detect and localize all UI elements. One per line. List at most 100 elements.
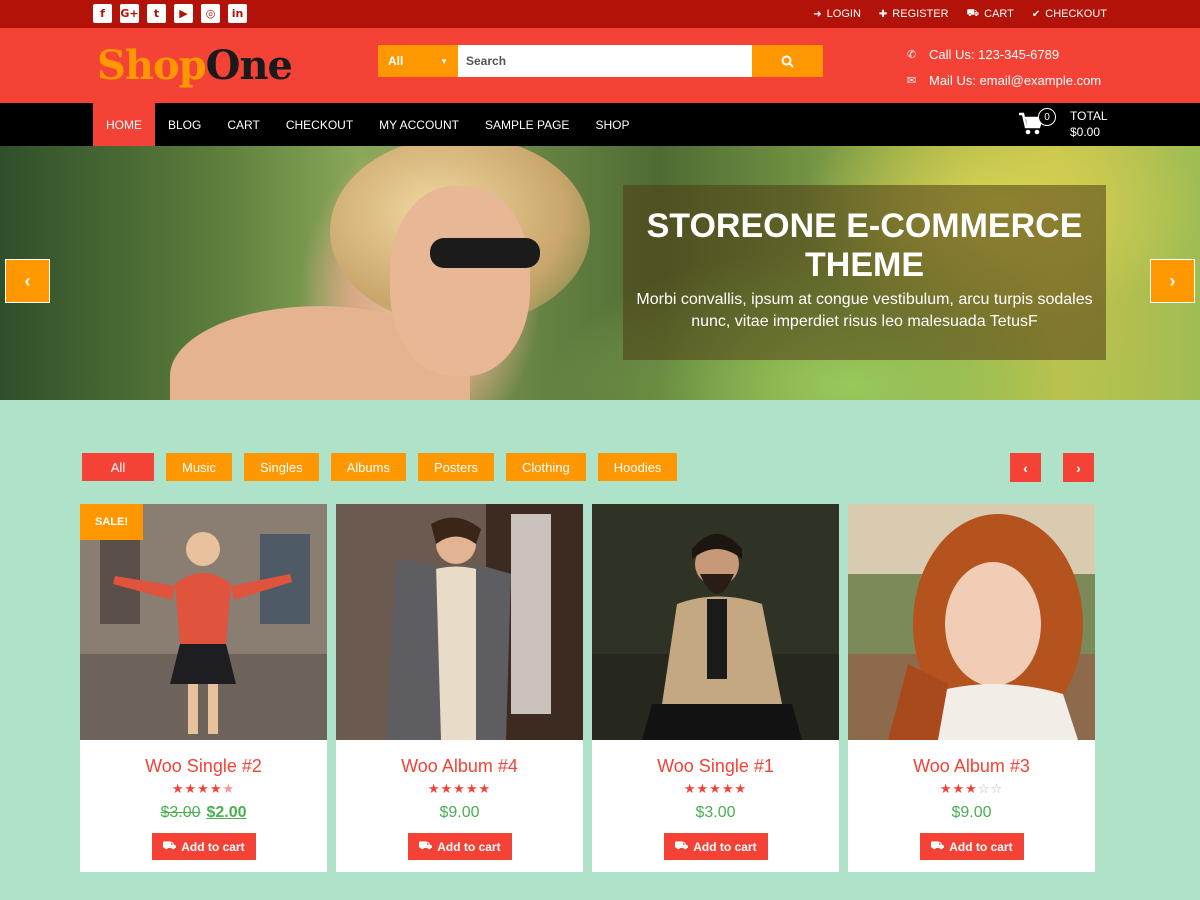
slider-prev-button[interactable]: ‹ <box>5 259 50 303</box>
main-nav: HOME BLOG CART CHECKOUT MY ACCOUNT SAMPL… <box>0 103 1200 146</box>
star-icon: ★ <box>184 782 198 797</box>
facebook-icon[interactable]: f <box>93 4 112 23</box>
product-image[interactable] <box>848 504 1095 740</box>
product-title[interactable]: Woo Single #2 <box>80 756 327 778</box>
logo-part-one: One <box>205 42 293 89</box>
email-row: ✉ Mail Us: email@example.com <box>907 67 1101 93</box>
menu-item-home[interactable]: HOME <box>93 103 155 146</box>
products-next-button[interactable]: › <box>1063 453 1094 482</box>
logo-part-shop: Shop <box>97 42 207 89</box>
product-image[interactable] <box>336 504 583 740</box>
email-text: Mail Us: email@example.com <box>929 72 1102 88</box>
product-title[interactable]: Woo Album #4 <box>336 756 583 778</box>
regular-price: $9.00 <box>951 804 992 821</box>
filter-hoodies[interactable]: Hoodies <box>597 453 678 481</box>
social-links: f G+ t ▶ ◎ in <box>93 4 247 23</box>
google-plus-icon[interactable]: G+ <box>120 4 139 23</box>
regular-price: $3.00 <box>695 804 736 821</box>
add-to-cart-label: Add to cart <box>181 839 245 854</box>
filter-music[interactable]: Music <box>166 453 232 481</box>
empty-star-icon: ☆ <box>990 782 1004 797</box>
search-form: All ▼ <box>378 45 823 77</box>
star-rating: ★★★☆☆ <box>848 782 1095 800</box>
menu-item-my-account[interactable]: MY ACCOUNT <box>366 103 472 146</box>
login-label: LOGIN <box>826 8 861 20</box>
slider-next-button[interactable]: › <box>1150 259 1195 303</box>
star-icon: ★ <box>965 782 978 797</box>
search-button[interactable] <box>752 45 823 77</box>
instagram-icon[interactable]: ◎ <box>201 4 220 23</box>
filter-clothing[interactable]: Clothing <box>506 453 586 481</box>
add-to-cart-label: Add to cart <box>693 839 757 854</box>
empty-star-icon: ☆ <box>977 782 991 797</box>
register-link[interactable]: ✚ REGISTER <box>879 8 949 20</box>
contact-info: ✆ Call Us: 123-345-6789 ✉ Mail Us: email… <box>907 41 1101 93</box>
filter-all[interactable]: All <box>82 453 154 481</box>
search-category-label: All <box>388 54 404 68</box>
checkout-label: CHECKOUT <box>1045 8 1107 20</box>
mini-cart[interactable]: 0 TOTAL $0.00 <box>1018 108 1108 140</box>
product-image[interactable] <box>592 504 839 740</box>
basket-icon: ⛟ <box>930 839 945 852</box>
filter-albums[interactable]: Albums <box>330 453 406 481</box>
phone-row: ✆ Call Us: 123-345-6789 <box>907 41 1101 67</box>
site-header: ShopOne All ▼ ✆ Call Us: 123-345-6789 ✉ … <box>0 28 1200 103</box>
product-image[interactable]: SALE! <box>80 504 327 740</box>
hero-text: Morbi convallis, ipsum at congue vestibu… <box>636 291 1093 330</box>
product-card: Woo Single #1 ★★★★★ $3.00 ⛟ Add to cart <box>592 504 839 872</box>
youtube-icon[interactable]: ▶ <box>174 4 193 23</box>
login-link[interactable]: ➜ LOGIN <box>813 8 861 20</box>
basket-icon: ⛟ <box>966 7 980 19</box>
add-to-cart-button[interactable]: ⛟ Add to cart <box>919 833 1024 860</box>
filter-singles[interactable]: Singles <box>243 453 319 481</box>
menu-item-sample-page[interactable]: SAMPLE PAGE <box>472 103 582 146</box>
register-label: REGISTER <box>892 8 949 20</box>
star-icon: ★ <box>465 782 479 797</box>
cart-label: CART <box>984 8 1014 20</box>
star-icon: ★ <box>171 782 185 797</box>
add-to-cart-button[interactable]: ⛟ Add to cart <box>151 833 256 860</box>
add-to-cart-button[interactable]: ⛟ Add to cart <box>407 833 512 860</box>
regular-price: $9.00 <box>439 804 480 821</box>
product-title[interactable]: Woo Album #3 <box>848 756 1095 778</box>
hero-image-face <box>390 186 530 376</box>
basket-icon: ⛟ <box>674 839 689 852</box>
menu-item-blog[interactable]: BLOG <box>155 103 214 146</box>
mini-cart-icon-wrap: 0 <box>1018 108 1056 138</box>
basket-icon: ⛟ <box>162 839 177 852</box>
chevron-right-icon: › <box>1169 270 1176 291</box>
menu-item-cart[interactable]: CART <box>214 103 272 146</box>
menu-item-shop[interactable]: SHOP <box>582 103 642 146</box>
products-prev-button[interactable]: ‹ <box>1010 453 1041 482</box>
search-input[interactable] <box>458 45 752 77</box>
phone-icon: ✆ <box>907 47 917 61</box>
cart-total: TOTAL $0.00 <box>1070 108 1108 140</box>
half-star-icon: ★ <box>222 782 236 797</box>
filter-posters[interactable]: Posters <box>417 453 495 481</box>
sale-badge: SALE! <box>80 504 143 540</box>
menu-item-checkout[interactable]: CHECKOUT <box>273 103 366 146</box>
product-title[interactable]: Woo Single #1 <box>592 756 839 778</box>
product-card: Woo Album #4 ★★★★★ $9.00 ⛟ Add to cart <box>336 504 583 872</box>
chevron-left-icon: ‹ <box>24 270 31 291</box>
cart-total-label: TOTAL <box>1070 109 1108 123</box>
star-icon: ★ <box>453 782 466 797</box>
cart-link[interactable]: ⛟ CART <box>967 8 1014 21</box>
star-icon: ★ <box>440 782 454 797</box>
star-icon: ★ <box>683 782 697 797</box>
twitter-icon[interactable]: t <box>147 4 166 23</box>
star-icon: ★ <box>952 782 966 797</box>
add-to-cart-button[interactable]: ⛟ Add to cart <box>663 833 768 860</box>
linkedin-icon[interactable]: in <box>228 4 247 23</box>
cart-total-value: $0.00 <box>1070 125 1101 139</box>
search-category-select[interactable]: All ▼ <box>378 45 458 77</box>
product-price: $3.00 $2.00 <box>80 804 327 824</box>
checkout-link[interactable]: ✔ CHECKOUT <box>1032 8 1107 20</box>
product-card: Woo Album #3 ★★★☆☆ $9.00 ⛟ Add to cart <box>848 504 1095 872</box>
star-icon: ★ <box>734 782 748 797</box>
star-icon: ★ <box>427 782 441 797</box>
add-to-cart-label: Add to cart <box>949 839 1013 854</box>
old-price: $3.00 <box>160 804 201 821</box>
site-logo[interactable]: ShopOne <box>97 42 293 89</box>
search-icon <box>781 55 794 68</box>
